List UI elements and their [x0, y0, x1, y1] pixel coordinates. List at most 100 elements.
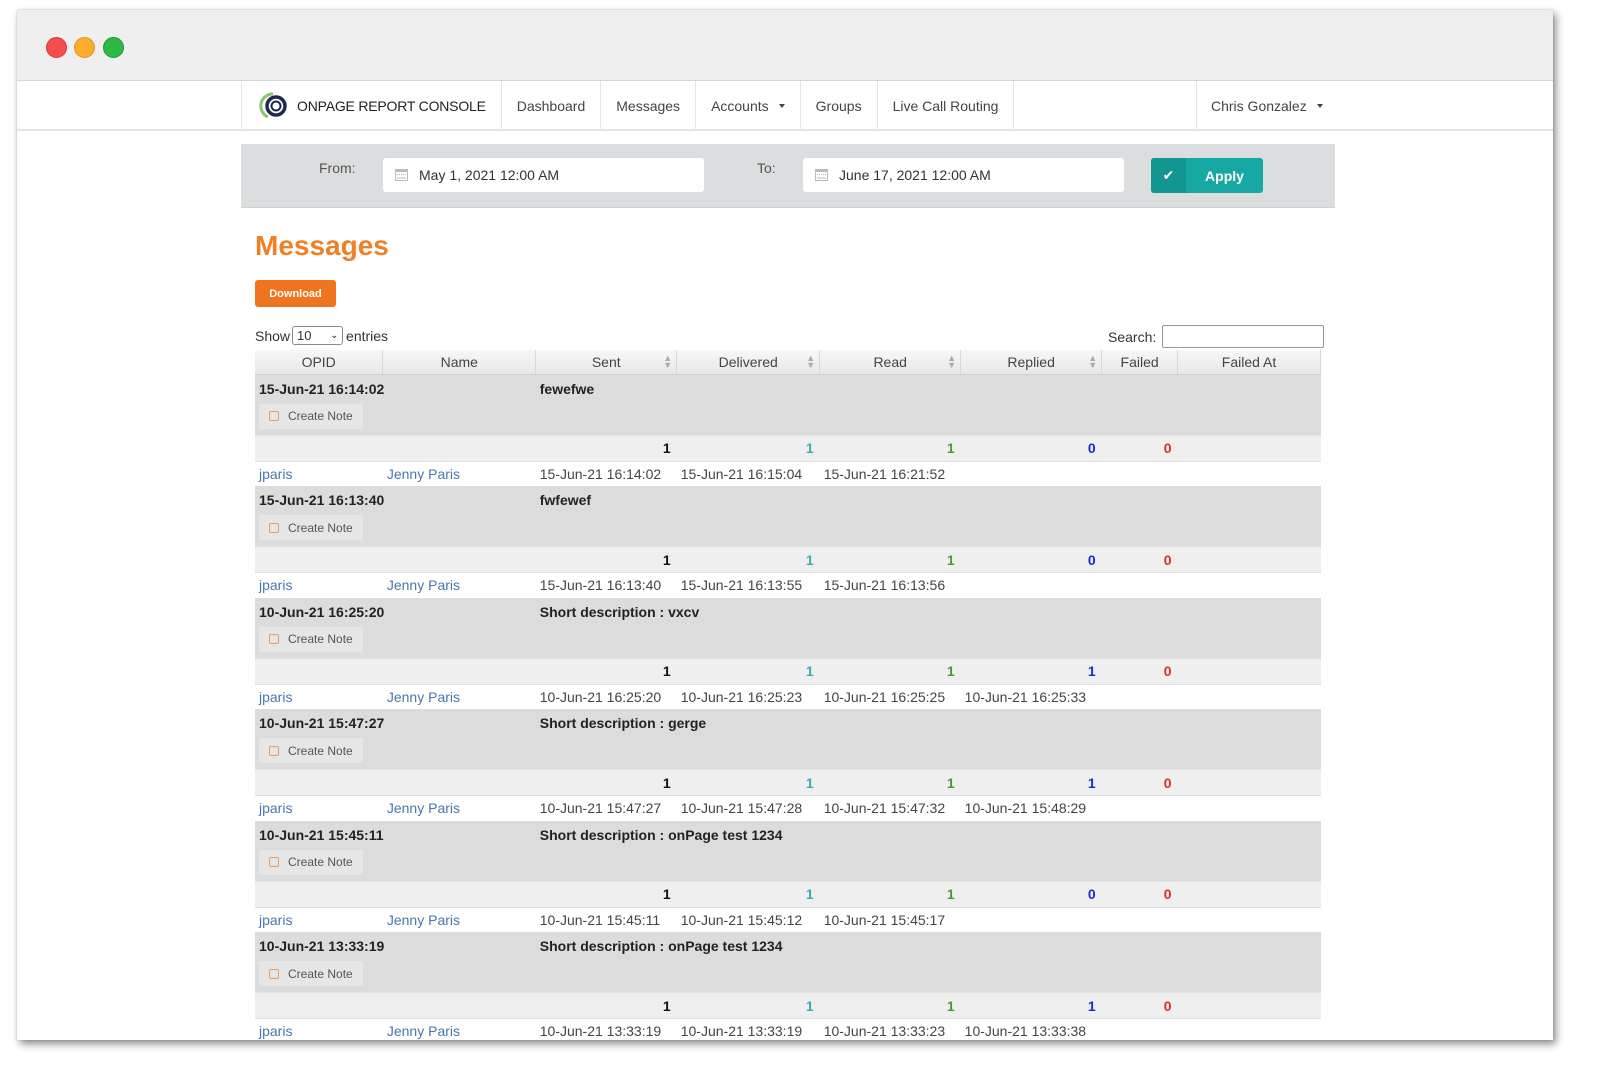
message-timestamp: 15-Jun-21 16:14:02 [259, 380, 385, 397]
recipient-opid-link[interactable]: jparis [259, 577, 292, 593]
recipient-sent-time: 10-Jun-21 16:25:20 [535, 684, 677, 709]
search-input[interactable] [1162, 325, 1325, 348]
recipient-failed [1101, 572, 1178, 598]
nav-label: Accounts [711, 98, 769, 114]
message-description: fewefwe [535, 374, 1321, 435]
message-description: Short description : gerge [535, 709, 1321, 770]
recipient-name-cell: Jenny Paris [382, 461, 536, 486]
recipient-sent-time: 10-Jun-21 13:33:19 [535, 1018, 677, 1040]
create-note-label: Create Note [288, 520, 353, 535]
message-cell: 10-Jun-21 13:33:19 Create Note [255, 932, 536, 993]
recipient-sent-time: 15-Jun-21 16:14:02 [535, 461, 677, 486]
replied-count: 0 [960, 434, 1102, 462]
recipient-opid-link[interactable]: jparis [259, 800, 292, 816]
recipient-name-cell: Jenny Paris [382, 795, 536, 821]
recipient-opid-link[interactable]: jparis [259, 1023, 292, 1039]
close-window-button[interactable] [46, 37, 67, 58]
maximize-window-button[interactable] [103, 37, 124, 58]
nav-item-dashboard[interactable]: Dashboard [502, 81, 602, 131]
message-description: Short description : onPage test 1234 [535, 820, 1321, 881]
recipient-opid-link[interactable]: jparis [259, 689, 292, 705]
user-name: Chris Gonzalez [1211, 98, 1307, 114]
read-count: 1 [819, 657, 961, 685]
recipient-opid-cell: jparis [255, 1018, 383, 1040]
calendar-icon [395, 169, 408, 181]
recipient-failed-at [1177, 684, 1321, 709]
chevron-down-icon: ⌄ [330, 330, 339, 340]
recipient-name-link[interactable]: Jenny Paris [387, 689, 460, 705]
message-counts-row: 1 1 1 0 0 [255, 880, 1321, 908]
column-header-label: Replied [1007, 353, 1055, 370]
recipient-replied-time: 10-Jun-21 16:25:33 [960, 684, 1102, 709]
recipient-opid-link[interactable]: jparis [259, 912, 292, 928]
recipient-delivered-time: 10-Jun-21 16:25:23 [676, 684, 820, 709]
recipient-failed [1101, 795, 1178, 821]
column-header-sent[interactable]: Sent ▲ ▼ [535, 350, 678, 375]
recipient-failed [1101, 461, 1178, 486]
recipient-name-cell: Jenny Paris [382, 572, 536, 598]
from-date-input[interactable]: May 1, 2021 12:00 AM [383, 158, 704, 192]
recipient-failed-at [1177, 1018, 1321, 1040]
minimize-window-button[interactable] [74, 37, 95, 58]
create-note-button[interactable]: Create Note [259, 403, 363, 429]
recipient-opid-cell: jparis [255, 684, 383, 709]
recipient-read-time: 10-Jun-21 13:33:23 [819, 1018, 961, 1040]
note-icon [269, 411, 279, 421]
sent-count: 1 [535, 657, 677, 685]
column-header-replied[interactable]: Replied ▲ ▼ [960, 350, 1103, 375]
create-note-button[interactable]: Create Note [259, 515, 363, 540]
replied-count: 0 [960, 546, 1102, 573]
column-header-delivered[interactable]: Delivered ▲ ▼ [676, 350, 821, 375]
nav-label: Messages [616, 98, 681, 114]
download-button[interactable]: Download [255, 280, 336, 307]
to-label: To: [757, 160, 776, 176]
message-timestamp: 10-Jun-21 15:45:11 [259, 826, 384, 843]
recipient-name-link[interactable]: Jenny Paris [387, 1023, 460, 1039]
to-date-input[interactable]: June 17, 2021 12:00 AM [803, 158, 1124, 192]
create-note-button[interactable]: Create Note [259, 961, 363, 986]
recipient-name-link[interactable]: Jenny Paris [387, 466, 460, 482]
sent-count: 1 [535, 880, 677, 908]
create-note-button[interactable]: Create Note [259, 626, 363, 652]
recipient-row: jparis Jenny Paris 15-Jun-21 16:14:02 15… [255, 461, 1321, 486]
message-cell: 10-Jun-21 15:45:11 Create Note [255, 820, 536, 881]
replied-count: 1 [960, 769, 1102, 796]
column-header-label: Delivered [718, 353, 778, 370]
nav-item-groups[interactable]: Groups [801, 81, 878, 131]
column-header-label: Sent [591, 353, 621, 370]
create-note-button[interactable]: Create Note [259, 738, 363, 763]
sort-icon: ▲ ▼ [1088, 353, 1098, 370]
apply-label: Apply [1205, 167, 1244, 184]
nav-label: Live Call Routing [892, 98, 999, 114]
column-header-failed-at: Failed At [1177, 350, 1321, 375]
recipient-name-link[interactable]: Jenny Paris [387, 912, 460, 928]
nav-item-accounts[interactable]: Accounts [696, 81, 801, 131]
apply-button[interactable]: ✔ Apply [1151, 158, 1263, 193]
recipient-name-link[interactable]: Jenny Paris [387, 577, 460, 593]
note-icon [269, 857, 279, 867]
recipient-opid-link[interactable]: jparis [259, 466, 292, 482]
nav-item-live-call-routing[interactable]: Live Call Routing [878, 81, 1015, 131]
note-icon [269, 745, 279, 756]
message-row: 10-Jun-21 15:47:27 Create Note Short des… [255, 709, 1321, 770]
window-titlebar [17, 10, 1553, 81]
message-counts-row: 1 1 1 1 0 [255, 769, 1321, 796]
nav-label: Dashboard [516, 98, 586, 114]
entries-select[interactable]: 10 ⌄ [292, 326, 344, 345]
message-description: fwfewef [535, 486, 1321, 547]
message-counts-row: 1 1 1 0 0 [255, 546, 1321, 573]
recipient-name-link[interactable]: Jenny Paris [387, 800, 460, 816]
replied-count: 1 [960, 657, 1102, 685]
recipient-name-cell: Jenny Paris [382, 907, 536, 932]
sent-count: 1 [535, 992, 677, 1019]
recipient-row: jparis Jenny Paris 10-Jun-21 13:33:19 10… [255, 1018, 1321, 1040]
brand-link[interactable]: ONPAGE REPORT CONSOLE [241, 81, 502, 131]
replied-count: 0 [960, 880, 1102, 908]
table-header-row: OPID Name Sent ▲ ▼ Delivered ▲ ▼ Read ▲ ▼ Repl… [255, 350, 1321, 375]
onpage-logo-icon [259, 92, 287, 119]
column-header-read[interactable]: Read ▲ ▼ [819, 350, 962, 375]
failed-count: 0 [1101, 880, 1178, 908]
create-note-button[interactable]: Create Note [259, 849, 363, 875]
nav-item-messages[interactable]: Messages [601, 81, 697, 131]
user-menu[interactable]: Chris Gonzalez [1196, 81, 1337, 131]
